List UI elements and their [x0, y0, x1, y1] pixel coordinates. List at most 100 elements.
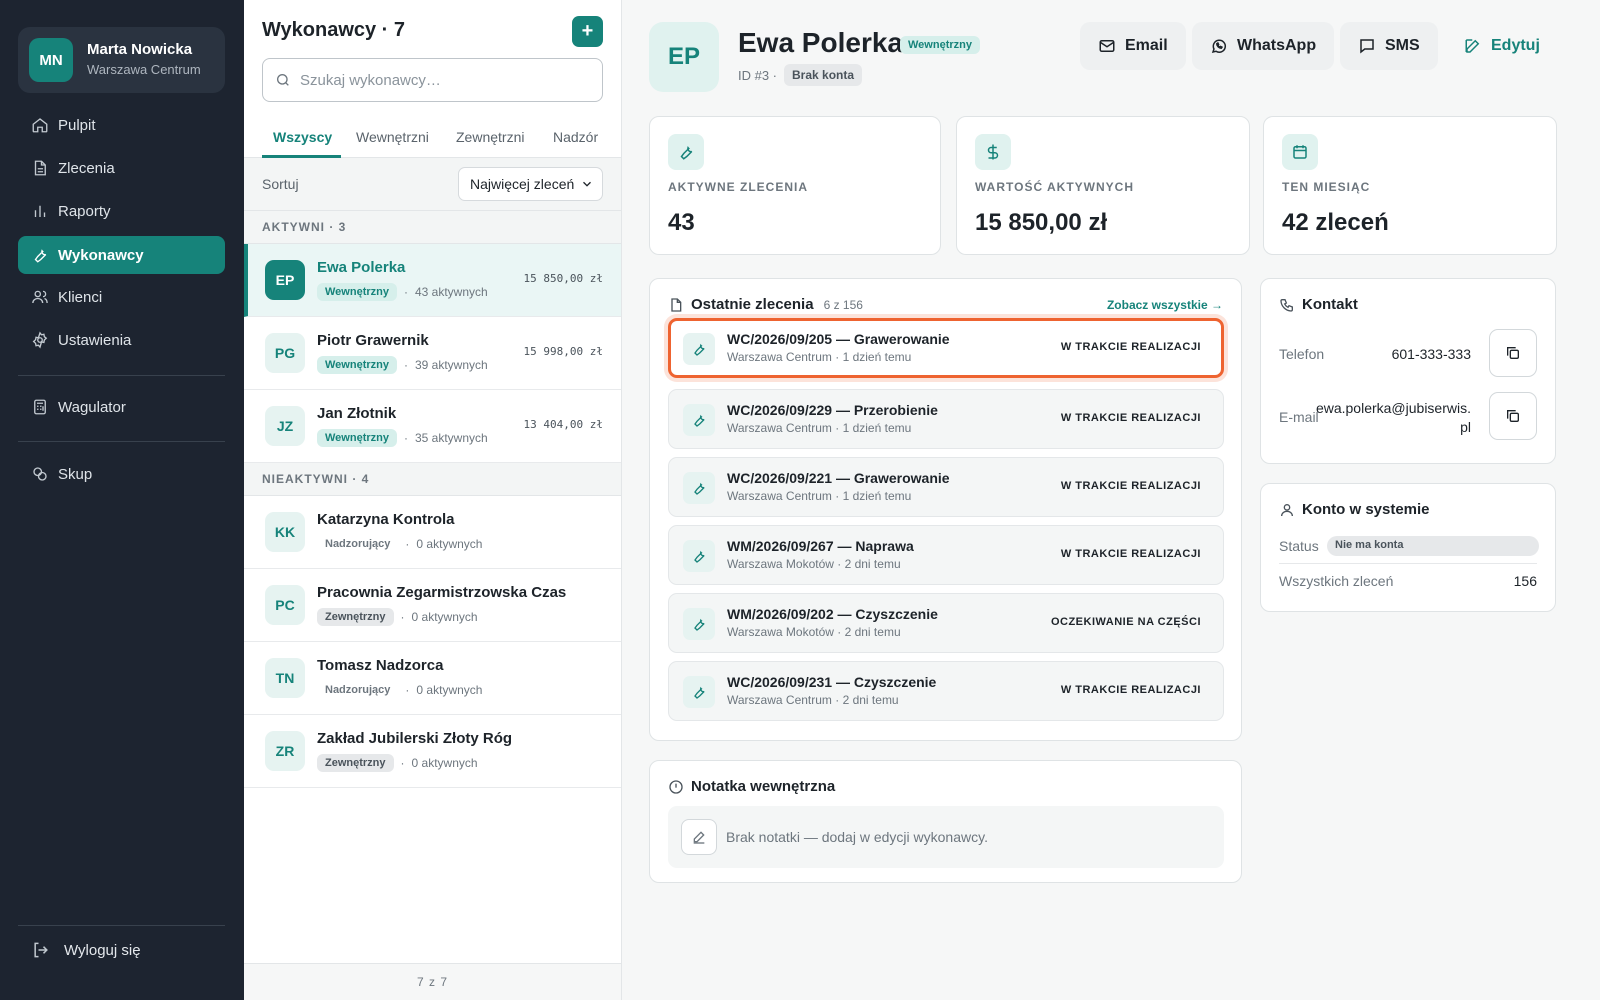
list-item[interactable]: ZR Zakład Jubilerski Złoty Róg Zewnętrzn…: [244, 715, 621, 788]
list-item[interactable]: KK Katarzyna Kontrola Nadzorujący · 0 akty…: [244, 496, 621, 569]
email-button[interactable]: Email: [1080, 22, 1186, 70]
contractor-name: Katarzyna Kontrola: [317, 511, 455, 528]
sms-button[interactable]: SMS: [1340, 22, 1438, 70]
user-profile[interactable]: MN Marta Nowicka Warszawa Centrum: [18, 27, 225, 93]
list-item[interactable]: PC Pracownia Zegarmistrzowska Czas Zewnę…: [244, 569, 621, 642]
stat-label: WARTOŚĆ AKTYWNYCH: [975, 180, 1134, 194]
nav-label: Pulpit: [58, 116, 96, 134]
type-badge: Zewnętrzny: [317, 754, 394, 772]
list-item[interactable]: EP Ewa Polerka Wewnętrzny · 43 aktywnych 1…: [244, 244, 621, 317]
tab-nadzor[interactable]: Nadzór: [553, 129, 598, 145]
card-header: Ostatnie zlecenia 6 z 156: [668, 296, 863, 313]
phone-label: Telefon: [1279, 346, 1325, 362]
order-row[interactable]: WC/2026/09/231 — Czyszczenie Warszawa Ce…: [668, 661, 1224, 721]
order-row[interactable]: WC/2026/09/229 — Przerobienie Warszawa C…: [668, 389, 1224, 449]
nav-item-klienci[interactable]: Klienci: [18, 278, 225, 316]
avatar: KK: [265, 512, 305, 552]
avatar: PC: [265, 585, 305, 625]
list-title: Wykonawcy · 7: [262, 19, 406, 41]
home-icon: [32, 118, 48, 133]
nav-label: Wagulator: [58, 398, 126, 416]
add-contractor-button[interactable]: +: [572, 16, 603, 47]
copy-phone-button[interactable]: [1489, 329, 1537, 377]
avatar: ZR: [265, 731, 305, 771]
logout-button[interactable]: Wyloguj się: [18, 940, 141, 960]
note-text: Brak notatki — dodaj w edycji wykonawcy.: [726, 829, 988, 845]
contact-card: Kontakt Telefon 601-333-333 E-mail ewa.p…: [1260, 278, 1556, 464]
copy-email-button[interactable]: [1489, 392, 1537, 440]
note-empty-state[interactable]: Brak notatki — dodaj w edycji wykonawcy.: [668, 806, 1224, 868]
order-row[interactable]: WM/2026/09/202 — Czyszczenie Warszawa Mo…: [668, 593, 1224, 653]
nav-label: Ustawienia: [58, 331, 132, 349]
order-row[interactable]: WM/2026/09/267 — Naprawa Warszawa Mokotó…: [668, 525, 1224, 585]
list-item[interactable]: JZ Jan Złotnik Wewnętrzny · 35 aktywnych 1…: [244, 390, 621, 463]
order-title: WC/2026/09/221 — Grawerowanie: [727, 470, 950, 486]
search-field[interactable]: [262, 58, 603, 102]
whatsapp-button[interactable]: WhatsApp: [1192, 22, 1335, 70]
contractor-name: Zakład Jubilerski Złoty Róg: [317, 730, 513, 747]
nav-item-pulpit[interactable]: Pulpit: [18, 106, 225, 144]
all-orders-value: 156: [1513, 573, 1537, 589]
document-icon: [671, 297, 682, 312]
phone-icon: [1280, 298, 1293, 312]
nav-item-wagulator[interactable]: Wagulator: [18, 388, 225, 426]
order-row[interactable]: WC/2026/09/221 — Grawerowanie Warszawa C…: [668, 457, 1224, 517]
stat-card-this-month: TEN MIESIĄC 42 zleceń: [1263, 116, 1557, 255]
tab-wszyscy[interactable]: Wszyscy: [273, 129, 332, 145]
contractor-id: ID #3 ·: [738, 67, 778, 83]
active-count: 0 aktywnych: [416, 537, 483, 551]
sort-select[interactable]: Najwięcej zleceń: [458, 167, 603, 201]
stat-card-active-value: WARTOŚĆ AKTYWNYCH 15 850,00 zł: [956, 116, 1250, 255]
active-count: 0 aktywnych: [411, 756, 478, 770]
nav-item-ustawienia[interactable]: Ustawienia: [18, 321, 225, 359]
phone-value: 601-333-333: [1391, 346, 1471, 362]
list-footer-count: 7 z 7: [244, 963, 621, 1000]
search-input[interactable]: [300, 71, 580, 89]
list-item[interactable]: PG Piotr Grawernik Wewnętrzny · 39 aktywny…: [244, 317, 621, 390]
status-label: Status: [1279, 538, 1319, 554]
sort-value: Najwięcej zleceń: [470, 176, 575, 192]
order-status: OCZEKIWANIE NA CZĘŚCI: [1050, 616, 1201, 628]
coins-icon: [33, 467, 47, 481]
order-status: W TRAKCIE REALIZACJI: [1060, 341, 1201, 353]
active-count: 39 aktywnych: [414, 358, 488, 372]
logout-label: Wyloguj się: [64, 941, 141, 959]
active-count: 0 aktywnych: [416, 683, 483, 697]
contractor-list-panel: Wykonawcy · 7 + Wszyscy Wewnętrzni Zewnę…: [244, 0, 622, 1000]
avatar: EP: [649, 22, 719, 92]
email-value: ewa.polerka@jubiserwis. pl: [1316, 399, 1471, 437]
order-subtitle: Warszawa Centrum · 1 dzień temu: [727, 421, 912, 435]
contractor-detail: EP Ewa Polerka Wewnętrzny ID #3 · Brak k…: [622, 0, 1600, 1000]
tab-zewnetrzni[interactable]: Zewnętrzni: [456, 129, 524, 145]
nav-item-wykonawcy[interactable]: Wykonawcy: [18, 236, 225, 274]
tab-wewnetrzni[interactable]: Wewnętrzni: [356, 129, 429, 145]
contractor-value: 13 404,00 zł: [523, 418, 603, 431]
wrench-icon: [694, 550, 705, 563]
chevron-down-icon: [583, 181, 592, 187]
nav-item-raporty[interactable]: Raporty: [18, 192, 225, 230]
account-badge: Brak konta: [784, 64, 863, 86]
wrench-icon: [680, 146, 693, 160]
chart-icon: [34, 205, 46, 217]
order-status: W TRAKCIE REALIZACJI: [1060, 480, 1201, 492]
order-row[interactable]: WC/2026/09/205 — Grawerowanie Warszawa C…: [668, 318, 1224, 378]
all-orders-label: Wszystkich zleceń: [1279, 573, 1394, 589]
calendar-icon: [1293, 145, 1307, 159]
list-item[interactable]: TN Tomasz Nadzorca Nadzorujący · 0 aktywny…: [244, 642, 621, 715]
wrench-icon: [694, 482, 705, 495]
wrench-icon: [34, 249, 47, 263]
recent-orders-card: Ostatnie zlecenia 6 z 156 Zobacz wszystk…: [649, 278, 1242, 741]
orders-count: 6 z 156: [823, 297, 863, 312]
contractor-value: 15 998,00 zł: [523, 345, 603, 358]
see-all-link[interactable]: Zobacz wszystkie →: [1107, 298, 1223, 312]
internal-note-card: Notatka wewnętrzna Brak notatki — dodaj …: [649, 760, 1242, 883]
whatsapp-button-label: WhatsApp: [1237, 37, 1317, 54]
order-subtitle: Warszawa Centrum · 1 dzień temu: [727, 350, 912, 364]
logout-icon: [34, 942, 48, 958]
nav-label: Skup: [58, 465, 93, 483]
contractor-name: Ewa Polerka: [317, 259, 406, 276]
edit-button[interactable]: Edytuj: [1446, 22, 1558, 70]
nav-item-skup[interactable]: Skup: [18, 455, 225, 493]
contractor-name: Tomasz Nadzorca: [317, 657, 444, 674]
nav-item-zlecenia[interactable]: Zlecenia: [18, 149, 225, 187]
